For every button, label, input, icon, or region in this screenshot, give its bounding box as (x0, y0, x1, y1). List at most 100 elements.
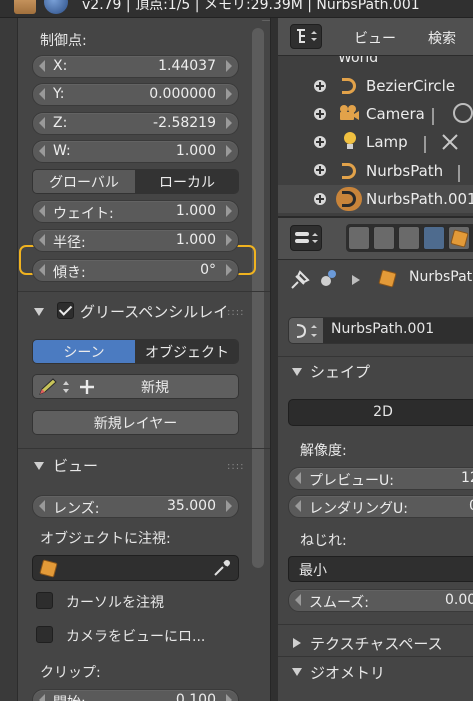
increment-arrow-icon[interactable] (226, 88, 232, 100)
dimensions-label: 2D (373, 404, 393, 420)
render-tab-icon[interactable] (348, 226, 370, 250)
coord-w-field[interactable]: W: 1.000 (32, 140, 239, 163)
scene-tab[interactable]: シーン (33, 340, 135, 363)
new-layer-button[interactable]: 新規レイヤー (32, 410, 239, 435)
datablock-selector[interactable]: NurbsPath.001 (288, 317, 473, 344)
decrement-arrow-icon[interactable] (39, 694, 45, 701)
increment-arrow-icon[interactable] (226, 694, 232, 701)
texture-space-panel-header[interactable]: テクスチャスペース (310, 633, 443, 654)
datablock-name-field[interactable]: NurbsPath.001 (323, 318, 473, 343)
scene-tab-icon[interactable] (398, 226, 420, 250)
editor-type-button[interactable] (290, 225, 322, 251)
collapse-arrow-icon[interactable] (34, 462, 44, 470)
increment-arrow-icon[interactable] (226, 60, 232, 72)
collapse-arrow-icon[interactable] (34, 308, 44, 316)
outliner-item-nurbspath-001[interactable]: NurbsPath.001 (366, 190, 473, 208)
field-name: 傾き: (53, 265, 86, 281)
drag-grip-icon[interactable]: :::: (227, 307, 244, 318)
coord-z-field[interactable]: Z: -2.58219 (32, 112, 239, 135)
view-panel-header[interactable]: ビュー (53, 455, 98, 476)
pin-icon[interactable] (288, 268, 312, 292)
coord-y-field[interactable]: Y: 0.000000 (32, 83, 239, 106)
lock-cursor-checkbox[interactable] (36, 592, 53, 609)
local-button[interactable]: ローカル (135, 170, 238, 193)
field-name: W: (53, 143, 71, 159)
coord-x-field[interactable]: X: 1.44037 (32, 55, 239, 78)
decrement-arrow-icon[interactable] (295, 594, 301, 606)
lens-field[interactable]: レンズ: 35.000 (32, 495, 239, 518)
collapse-arrow-icon[interactable] (292, 668, 302, 676)
expand-arrow-icon[interactable] (293, 638, 301, 648)
shape-panel-header[interactable]: シェイプ (310, 361, 370, 382)
twist-label: ねじれ: (300, 533, 347, 549)
increment-arrow-icon[interactable] (226, 264, 232, 276)
plus-icon (80, 379, 94, 394)
lock-object-field[interactable] (32, 555, 239, 581)
view-menu[interactable]: ビュー (354, 28, 396, 48)
preview-u-field[interactable]: プレビューU: 12 (288, 467, 473, 490)
clip-label: クリップ: (40, 665, 101, 681)
expand-icon[interactable] (314, 193, 326, 205)
decrement-arrow-icon[interactable] (39, 500, 45, 512)
region-divider[interactable] (270, 18, 278, 701)
curve-data-icon (296, 324, 317, 338)
grease-pencil-header[interactable]: グリースペンシルレイ (80, 301, 228, 322)
render-u-field[interactable]: レンダリングU: 0 (288, 495, 473, 518)
outliner-item-beziercircle[interactable]: BezierCircle (366, 77, 455, 95)
decrement-arrow-icon[interactable] (39, 264, 45, 276)
object-tab-icon[interactable] (448, 226, 470, 250)
field-value: 0 (469, 498, 473, 514)
increment-arrow-icon[interactable] (226, 500, 232, 512)
lock-to-object-label: オブジェクトに注視: (40, 531, 171, 547)
decrement-arrow-icon[interactable] (39, 117, 45, 129)
decrement-arrow-icon[interactable] (295, 472, 301, 484)
radius-field[interactable]: 半径: 1.000 (32, 229, 239, 252)
decrement-arrow-icon[interactable] (39, 60, 45, 72)
outliner-item-nurbspath[interactable]: NurbsPath (366, 162, 443, 180)
datablock-name: NurbsPath.001 (331, 321, 435, 337)
decrement-arrow-icon[interactable] (39, 145, 45, 157)
decrement-arrow-icon[interactable] (39, 88, 45, 100)
lock-camera-checkbox[interactable] (36, 626, 53, 643)
outliner-item-camera[interactable]: Camera (366, 105, 425, 123)
control-point-label: 制御点: (40, 33, 87, 49)
smooth-field[interactable]: スムーズ: 0.00 (288, 589, 473, 612)
display-mode-button[interactable] (290, 24, 322, 49)
collapse-arrow-icon[interactable] (292, 368, 302, 376)
twist-method-dropdown[interactable]: 最小 (288, 556, 473, 582)
world-tab-icon[interactable] (423, 226, 445, 250)
dimensions-2d-button[interactable]: 2D (288, 399, 473, 426)
search-menu[interactable]: 検索 (428, 28, 456, 48)
expand-icon[interactable] (314, 164, 326, 176)
increment-arrow-icon[interactable] (226, 205, 232, 217)
drag-grip-icon[interactable]: :::: (227, 461, 244, 472)
decrement-arrow-icon[interactable] (39, 234, 45, 246)
geometry-panel-header[interactable]: ジオメトリ (310, 662, 385, 683)
render-layers-tab-icon[interactable] (373, 226, 395, 250)
sidebar-scrollbar[interactable] (252, 28, 264, 568)
object-tab[interactable]: オブジェクト (135, 340, 238, 363)
expand-icon[interactable] (314, 136, 326, 148)
global-button[interactable]: グローバル (33, 170, 135, 193)
increment-arrow-icon[interactable] (226, 145, 232, 157)
properties-header (278, 218, 473, 260)
tilt-field[interactable]: 傾き: 0° (32, 259, 239, 282)
increment-arrow-icon[interactable] (226, 117, 232, 129)
weight-field[interactable]: ウェイト: 1.000 (32, 200, 239, 223)
lock-cursor-label: カーソルを注視 (66, 595, 164, 611)
clip-start-field[interactable]: 開始: 0.100 (32, 689, 239, 701)
decrement-arrow-icon[interactable] (295, 500, 301, 512)
grease-pencil-checkbox[interactable] (57, 302, 74, 319)
expand-icon[interactable] (314, 80, 326, 92)
field-name: ウェイト: (53, 206, 114, 222)
new-grease-pencil-button[interactable]: 新規 (32, 374, 239, 399)
properties-icon (295, 232, 318, 243)
expand-icon[interactable] (314, 108, 326, 120)
updown-arrows-icon (63, 380, 69, 393)
lock-camera-label: カメラをビューにロ... (66, 629, 206, 645)
eyedropper-icon[interactable] (212, 558, 232, 578)
outliner-item-lamp[interactable]: Lamp (366, 133, 408, 151)
decrement-arrow-icon[interactable] (39, 205, 45, 217)
increment-arrow-icon[interactable] (226, 234, 232, 246)
twist-value: 最小 (299, 563, 327, 579)
